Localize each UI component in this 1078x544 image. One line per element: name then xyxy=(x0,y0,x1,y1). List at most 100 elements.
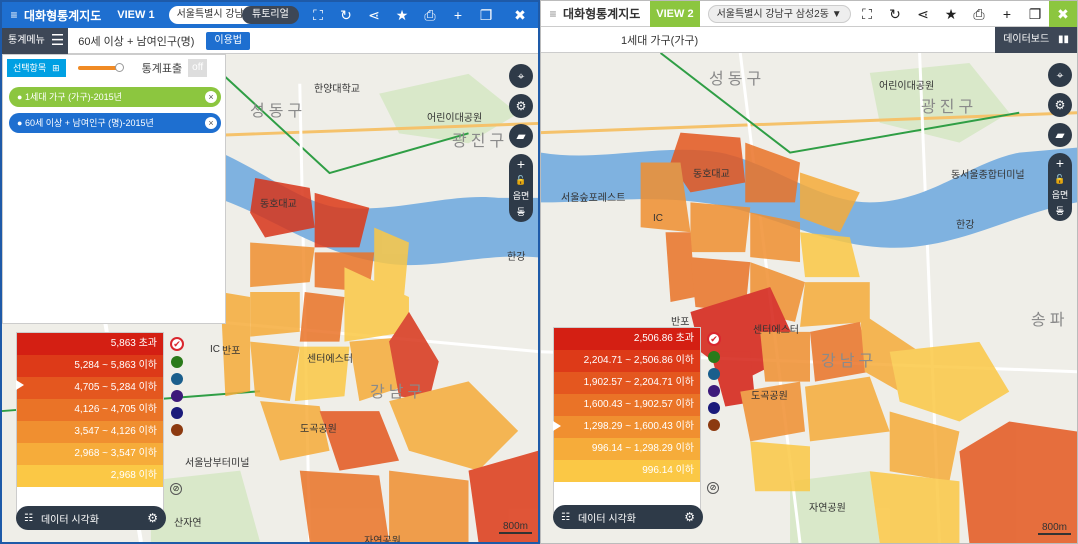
print-icon[interactable]: ⎙ xyxy=(416,7,444,24)
star-icon[interactable]: ★ xyxy=(388,7,416,24)
share-icon[interactable]: ⋖ xyxy=(909,6,937,23)
map-label-center: 센터에스터 xyxy=(753,325,799,336)
data-board-label: 데이터보드 xyxy=(1003,34,1050,45)
opacity-slider[interactable] xyxy=(77,63,124,72)
lock-icon[interactable]: 🔓 xyxy=(1048,171,1072,187)
legend-row[interactable]: 4,705 ~ 5,284 이하 xyxy=(17,377,163,399)
data-viz-button[interactable]: ☷ 데이터 시각화 ⚙ xyxy=(16,506,166,530)
gear-icon[interactable]: ⚙ xyxy=(684,510,695,524)
fullscreen-icon[interactable]: ⛶ xyxy=(853,6,881,23)
check-icon[interactable]: ✔ xyxy=(707,332,721,346)
legend-row[interactable]: 3,547 ~ 4,126 이하 xyxy=(17,421,163,443)
map-label-seoul-forest: 서울숲포레스트 xyxy=(561,193,626,204)
check-icon[interactable]: ✔ xyxy=(170,337,184,351)
copy-icon[interactable]: ❐ xyxy=(472,7,500,24)
color-swatch[interactable] xyxy=(171,373,183,385)
layers-icon[interactable]: ▰ xyxy=(1048,123,1072,147)
legend-row[interactable]: 5,284 ~ 5,863 이하 xyxy=(17,355,163,377)
legend-row[interactable]: 2,506.86 초과 xyxy=(554,328,700,350)
map-label-childrens-park: 어린이대공원 xyxy=(879,81,935,92)
map-label-gwangjin: 광진구 xyxy=(452,133,509,150)
color-swatch[interactable] xyxy=(171,407,183,419)
app-title: 대화형통계지도 xyxy=(24,8,102,23)
null-icon[interactable]: ⊘ xyxy=(707,482,719,494)
fullscreen-icon[interactable]: ⛶ xyxy=(304,7,332,24)
map-label-ic: IC xyxy=(653,213,663,224)
legend-row[interactable]: 996.14 ~ 1,298.29 이하 xyxy=(554,438,700,460)
select-items-label: 선택항목 xyxy=(13,63,47,73)
map-label-songpa: 송파 xyxy=(1031,312,1069,329)
add-icon[interactable]: + xyxy=(993,6,1021,22)
color-swatch[interactable] xyxy=(708,368,720,380)
legend-row[interactable]: 5,863 초과 xyxy=(17,333,163,355)
copy-icon[interactable]: ❐ xyxy=(1021,6,1049,23)
toolbar: ⛶ ↻ ⋖ ★ ⎙ + ❐ ✖ xyxy=(853,1,1077,27)
legend-color-picker: ✔ xyxy=(706,332,722,431)
refresh-icon[interactable]: ↻ xyxy=(332,7,360,24)
app-title: 대화형통계지도 xyxy=(563,7,641,21)
settings-icon[interactable]: ⚙ xyxy=(509,94,533,118)
layers-icon[interactable]: ▰ xyxy=(509,124,533,148)
map-label-dongho-bridge: 동호대교 xyxy=(260,199,297,210)
legend-left: 5,863 초과 5,284 ~ 5,863 이하 4,705 ~ 5,284 … xyxy=(16,332,184,518)
legend-row[interactable]: 996.14 이하 xyxy=(554,460,700,482)
legend-right: 2,506.86 초과 2,204.71 ~ 2,506.86 이하 1,902… xyxy=(553,327,721,513)
menu-icon[interactable]: ≡ xyxy=(545,7,561,21)
star-icon[interactable]: ★ xyxy=(937,6,965,23)
color-swatch[interactable] xyxy=(171,356,183,368)
tutorial-button[interactable]: 튜토리얼 xyxy=(242,6,299,24)
location-icon[interactable]: ⌖ xyxy=(509,64,533,88)
region-select[interactable]: 서울특별시 강남구 삼성2동 ▼ xyxy=(707,4,851,23)
data-viz-label: 데이터 시각화 xyxy=(577,513,636,525)
gear-icon[interactable]: ⚙ xyxy=(147,511,158,525)
map-label-nambu-terminal: 서울남부터미널 xyxy=(185,458,250,469)
close-icon[interactable]: × xyxy=(205,117,217,129)
usage-button[interactable]: 이용법 xyxy=(206,31,250,50)
legend-row[interactable]: 2,204.71 ~ 2,506.86 이하 xyxy=(554,350,700,372)
color-swatch[interactable] xyxy=(171,424,183,436)
slider-knob[interactable] xyxy=(114,63,124,72)
location-icon[interactable]: ⌖ xyxy=(1048,63,1072,87)
legend-row[interactable]: 4,126 ~ 4,705 이하 xyxy=(17,399,163,421)
close-icon[interactable]: ✖ xyxy=(506,7,534,24)
color-swatch[interactable] xyxy=(708,419,720,431)
map-label-center: 센터에스터 xyxy=(307,354,353,365)
map-view-1: 성동구 광진구 한양대학교 어린이대공원 동호대교 반포 센터에스터 강남구 도… xyxy=(0,0,540,544)
print-icon[interactable]: ⎙ xyxy=(965,6,993,23)
settings-icon[interactable]: ⚙ xyxy=(1048,93,1072,117)
color-swatch[interactable] xyxy=(708,351,720,363)
color-swatch[interactable] xyxy=(171,390,183,402)
selection-panel: 선택항목 ⊞ 통계표출 off ● 1세대 가구 (가구)-2015년 × ● 6… xyxy=(2,54,226,324)
map-label-seongdong: 성동구 xyxy=(250,103,307,120)
data-viz-button[interactable]: ☷ 데이터 시각화 ⚙ xyxy=(553,505,703,529)
zoom-in-icon[interactable]: + xyxy=(509,156,533,172)
legend-row[interactable]: 1,902.57 ~ 2,204.71 이하 xyxy=(554,372,700,394)
share-icon[interactable]: ⋖ xyxy=(360,7,388,24)
legend-arrow-icon xyxy=(553,421,561,431)
menu-icon[interactable]: ≡ xyxy=(6,8,22,22)
stat-chip-1[interactable]: ● 1세대 가구 (가구)-2015년 × xyxy=(9,87,221,107)
stat-table-toggle[interactable]: off xyxy=(188,59,208,77)
legend-row[interactable]: 2,968 ~ 3,547 이하 xyxy=(17,443,163,465)
lock-icon[interactable]: 🔓 xyxy=(509,172,533,188)
zoom-out-icon[interactable]: − xyxy=(509,204,533,220)
map-controls: ⌖ ⚙ ▰ + 🔓 읍면동 − xyxy=(508,64,534,222)
close-icon[interactable]: × xyxy=(205,91,217,103)
refresh-icon[interactable]: ↻ xyxy=(881,6,909,23)
select-items-button[interactable]: 선택항목 ⊞ xyxy=(7,59,66,77)
stat-menu-button[interactable]: 통계메뉴 ☰ xyxy=(2,27,69,54)
view-1-subbar: 통계메뉴 ☰ 60세 이상 + 남여인구(명) 이용법 xyxy=(2,27,538,54)
stat-chip-2[interactable]: ● 60세 이상 + 남여인구 (명)-2015년 × xyxy=(9,113,221,133)
zoom-out-icon[interactable]: − xyxy=(1048,203,1072,219)
null-icon[interactable]: ⊘ xyxy=(170,483,182,495)
color-swatch[interactable] xyxy=(708,402,720,414)
color-swatch[interactable] xyxy=(708,385,720,397)
map-label-nature-park: 자연공원 xyxy=(364,536,401,544)
add-icon[interactable]: + xyxy=(444,7,472,23)
legend-row[interactable]: 1,298.29 ~ 1,600.43 이하 xyxy=(554,416,700,438)
zoom-in-icon[interactable]: + xyxy=(1048,155,1072,171)
legend-row[interactable]: 2,968 이하 xyxy=(17,465,163,487)
data-board-button[interactable]: 데이터보드 ▮▮ xyxy=(995,27,1077,53)
legend-row[interactable]: 1,600.43 ~ 1,902.57 이하 xyxy=(554,394,700,416)
close-icon[interactable]: ✖ xyxy=(1049,1,1077,27)
